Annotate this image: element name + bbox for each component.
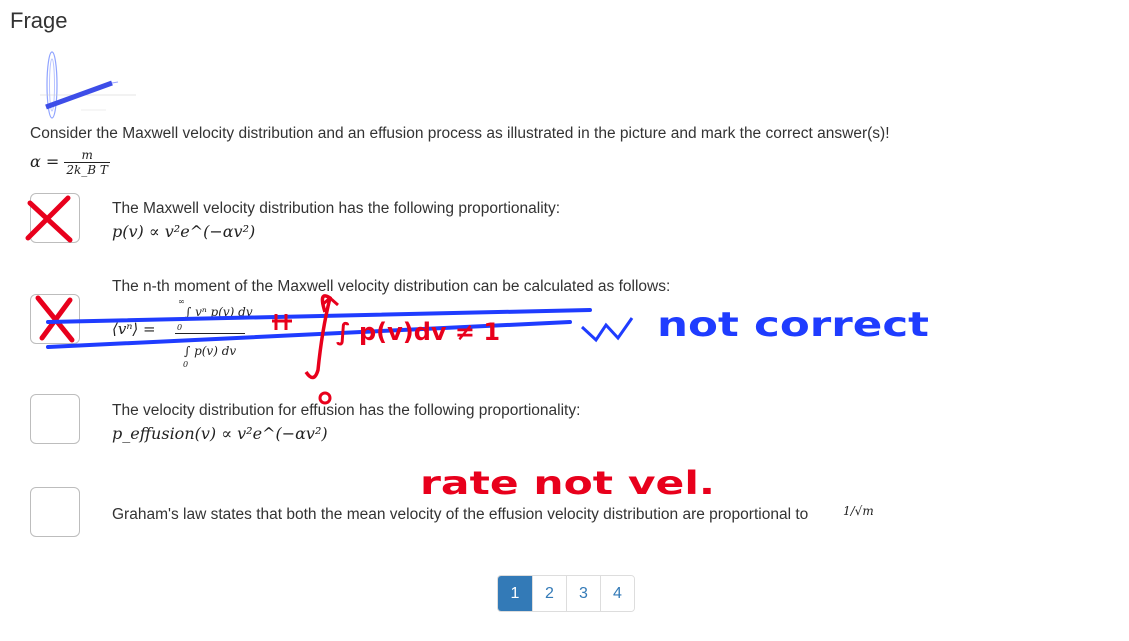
red-hat-mark [321,296,339,307]
option-2-denominator: ∫ p(v) dv [184,344,237,358]
not-correct-note: not correct [657,305,929,345]
option-2-text: The n-th moment of the Maxwell velocity … [112,278,671,295]
option-2-upper-limit: ∞ [178,297,185,306]
alpha-definition: α = m 2k_B T [30,148,110,177]
annotation-overlay: ∫ p(v)dv ≠ 1 not correct rate not vel. [25,195,929,502]
rate-note: rate not vel. [420,464,715,502]
option-2-numerator: ∫ vⁿ p(v) dv [185,305,253,319]
option-3-checkbox[interactable] [30,394,80,444]
option-2-denominator-limit: 0 [183,360,189,369]
option-3-formula: p_effusion(v) ∝ v²e^(−αv²) [112,424,328,443]
alpha-fraction: m 2k_B T [64,148,110,177]
option-2-checkbox[interactable] [30,294,80,344]
option-2-lhs: ⟨vⁿ⟩ = [112,320,156,338]
effusion-figure [40,51,136,119]
red-integral-sign [304,294,332,380]
alpha-numerator: m [81,148,93,162]
page-button-3[interactable]: 3 [566,576,600,611]
option-1-text: The Maxwell velocity distribution has th… [112,200,560,217]
page-button-2[interactable]: 2 [532,576,566,611]
option-1-formula: p(v) ∝ v²e^(−αv²) [112,222,256,241]
option-4-checkbox[interactable] [30,487,80,537]
option-3-text: The velocity distribution for effusion h… [112,402,581,419]
page-button-1[interactable]: 1 [498,576,532,611]
option-4-text: Graham's law states that both the mean v… [112,506,809,523]
option-1-checkbox[interactable] [30,193,80,243]
option-4-formula: 1/√m [843,504,874,518]
page-title: Frage [10,8,68,33]
red-tick-mark [272,314,292,330]
page-button-4[interactable]: 4 [600,576,634,611]
integral-note: ∫ p(v)dv ≠ 1 [336,318,500,346]
alpha-lhs: α = [30,152,60,171]
question-text: Consider the Maxwell velocity distributi… [30,125,890,142]
pagination: 1 2 3 4 [497,575,635,612]
option-2-lower-limit: 0 [177,323,183,332]
option-2-fraction-bar [175,333,245,334]
alpha-denominator: 2k_B T [64,162,110,177]
blue-check-scribble [580,317,634,343]
